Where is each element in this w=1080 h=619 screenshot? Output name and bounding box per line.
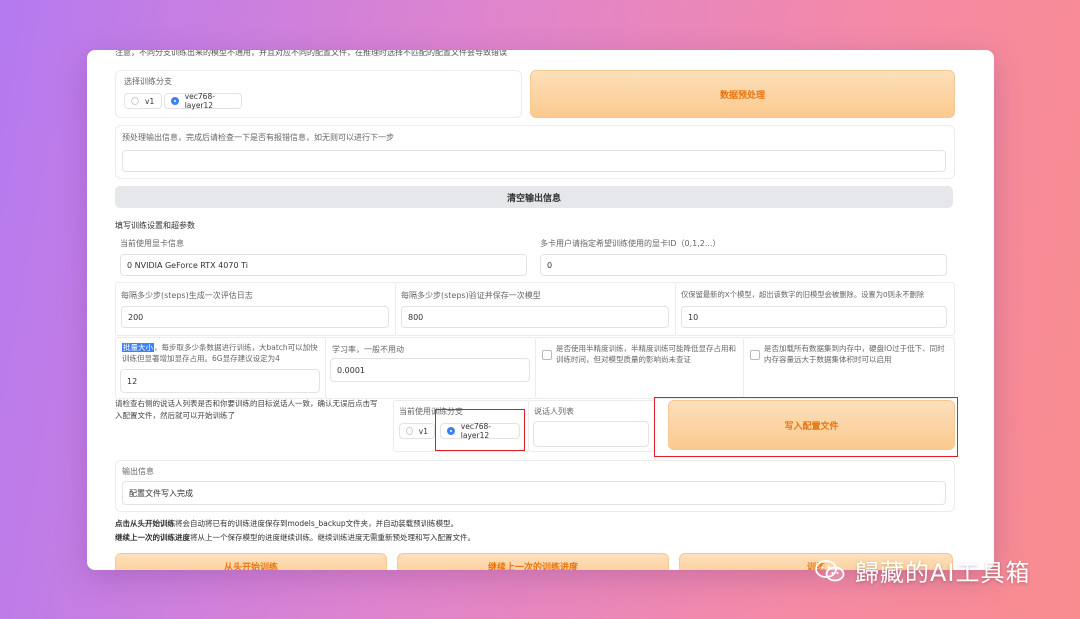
log-interval-panel: 每隔多少步(steps)生成一次评估日志 200	[115, 282, 397, 336]
batch-size-field[interactable]: 12	[120, 369, 320, 393]
half-precision-panel: 是否使用半精度训练，半精度训练可能降低显存占用和训练时间，但对模型质量的影响尚未…	[535, 337, 745, 399]
eval-interval-field[interactable]: 800	[401, 306, 669, 328]
continue-training-button[interactable]: 继续上一次的训练进度	[397, 553, 669, 570]
output-info-panel: 输出信息 配置文件写入完成	[115, 460, 955, 512]
learning-rate-panel: 学习率，一般不用动 0.0001	[325, 337, 537, 399]
gpu-info-label: 当前使用显卡信息	[120, 239, 184, 248]
note-line-1: 点击从头开始训练将会自动将已有的训练进度保存到models_backup文件夹，…	[115, 519, 459, 528]
highlight-box-write-config	[654, 397, 958, 457]
radio-dot-selected-icon	[171, 97, 179, 105]
keep-ckpts-label: 仅保留最新的X个模型，超出该数字的旧模型会被删除。设置为0则永不删除	[681, 290, 925, 299]
speaker-list-panel: 说话人列表	[528, 400, 655, 452]
preprocess-output-field[interactable]	[122, 150, 946, 172]
half-precision-checkbox[interactable]	[542, 350, 552, 360]
top-note: 注意，不同分支训练出来的模型不通用，并且对应不同的配置文件，在推理时选择不匹配的…	[115, 50, 507, 57]
log-interval-field[interactable]: 200	[121, 306, 389, 328]
speaker-check-note: 请检查右侧的说话人列表是否和你要训练的目标说话人一致，确认无误后点击写入配置文件…	[115, 399, 378, 420]
watermark-text: 歸藏的AI工具箱	[855, 559, 1031, 587]
keep-ckpts-panel: 仅保留最新的X个模型，超出该数字的旧模型会被删除。设置为0则永不删除 10	[675, 282, 955, 336]
highlight-box-branch	[435, 409, 525, 451]
half-precision-label: 是否使用半精度训练，半精度训练可能降低显存占用和训练时间，但对模型质量的影响尚未…	[556, 344, 736, 364]
batch-size-label: 批量大小，每步取多少条数据进行训练，大batch可以加快训练但显著增加显存占用。…	[122, 343, 318, 363]
load-all-data-panel: 是否加载所有数据集到内存中，硬盘IO过于低下、同时内存容量远大于数据集体积时可以…	[743, 337, 955, 399]
batch-size-panel: 批量大小，每步取多少条数据进行训练，大batch可以加快训练但显著增加显存占用。…	[115, 337, 327, 399]
preprocess-button[interactable]: 数据预处理	[530, 70, 955, 118]
branch-select-label: 选择训练分支	[124, 77, 172, 86]
output-info-label: 输出信息	[122, 467, 154, 476]
speaker-list-label: 说话人列表	[534, 407, 574, 416]
eval-interval-panel: 每隔多少步(steps)验证并保存一次模型 800	[395, 282, 677, 336]
eval-interval-label: 每隔多少步(steps)验证并保存一次模型	[401, 291, 541, 300]
note-line-2: 继续上一次的训练进度将从上一个保存模型的进度继续训练。继续训练进度无需重新预处理…	[115, 533, 475, 542]
learning-rate-label: 学习率，一般不用动	[332, 345, 404, 354]
preprocess-output-panel: 预处理输出信息，完成后请检查一下是否有报错信息，如无则可以进行下一步	[115, 125, 955, 179]
radio-dot-icon	[131, 97, 139, 105]
gpu-info-field[interactable]: 0 NVIDIA GeForce RTX 4070 Ti	[120, 254, 527, 276]
radio-current-v1[interactable]: v1	[399, 423, 435, 439]
branch-select-panel: 选择训练分支 v1 vec768-layer12	[115, 70, 522, 118]
watermark: 歸藏的AI工具箱	[815, 553, 1031, 588]
wechat-icon	[815, 559, 845, 581]
radio-v1[interactable]: v1	[124, 93, 162, 109]
app-window: 注意，不同分支训练出来的模型不通用，并且对应不同的配置文件，在推理时选择不匹配的…	[87, 50, 994, 570]
training-params-title: 填写训练设置和超参数	[115, 221, 195, 230]
batch-size-highlight: 批量大小	[122, 343, 154, 352]
gpu-id-label: 多卡用户请指定希望训练使用的显卡ID（0,1,2...）	[540, 239, 721, 248]
radio-vec768[interactable]: vec768-layer12	[164, 92, 242, 110]
speaker-list-field[interactable]	[533, 421, 649, 447]
keep-ckpts-field[interactable]: 10	[681, 306, 947, 328]
radio-dot-icon	[406, 427, 413, 435]
learning-rate-field[interactable]: 0.0001	[330, 358, 530, 382]
clear-output-button[interactable]: 清空输出信息	[115, 186, 953, 208]
load-all-data-label: 是否加载所有数据集到内存中，硬盘IO过于低下、同时内存容量远大于数据集体积时可以…	[764, 344, 945, 364]
output-info-field[interactable]: 配置文件写入完成	[122, 481, 946, 505]
preprocess-output-label: 预处理输出信息，完成后请检查一下是否有报错信息，如无则可以进行下一步	[122, 133, 394, 142]
load-all-data-checkbox[interactable]	[750, 350, 760, 360]
log-interval-label: 每隔多少步(steps)生成一次评估日志	[121, 291, 253, 300]
train-from-scratch-button[interactable]: 从头开始训练	[115, 553, 387, 570]
gpu-id-field[interactable]: 0	[540, 254, 947, 276]
